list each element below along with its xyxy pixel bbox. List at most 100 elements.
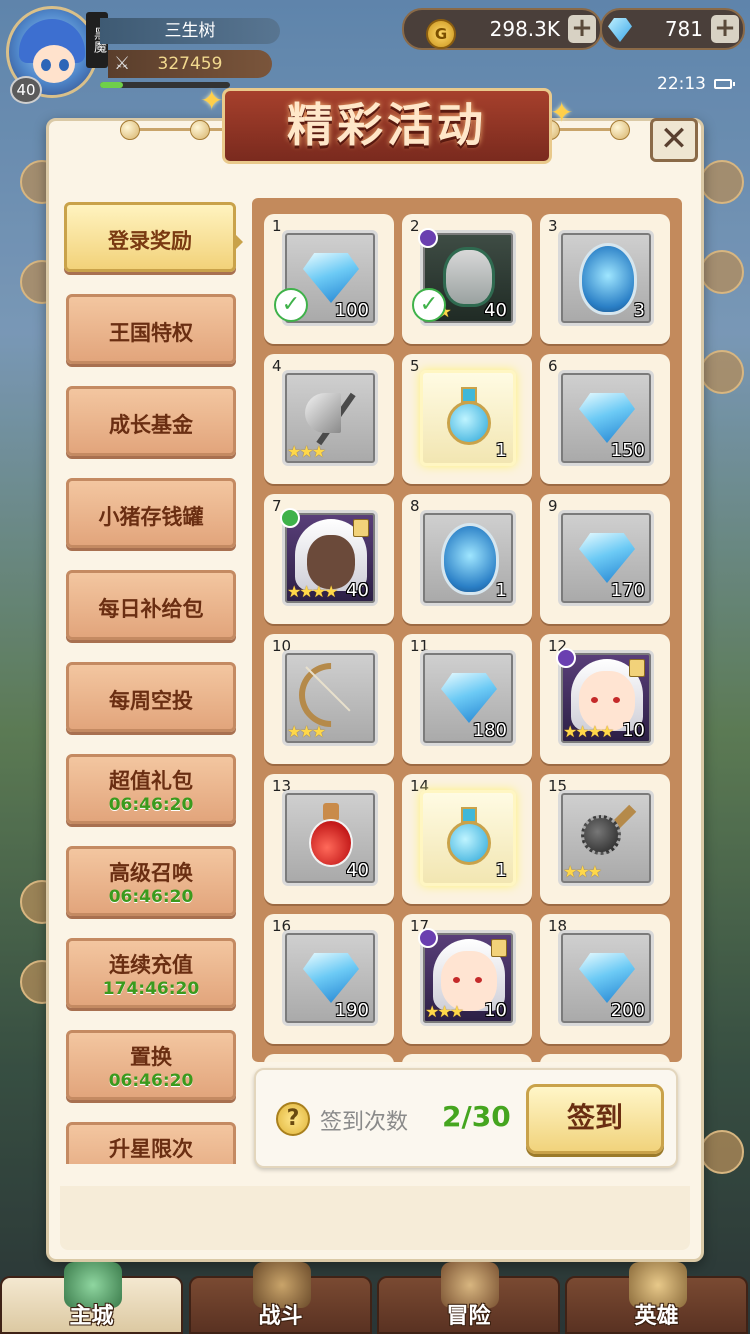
tab-activity[interactable]: 超值礼包 06:46:20 (66, 754, 236, 824)
reward-quantity: 3 (633, 300, 645, 321)
reward-quantity: 100 (334, 300, 369, 321)
tab-activity[interactable]: 小猪存钱罐 (66, 478, 236, 548)
rope-bead (610, 120, 630, 140)
reward-item[interactable]: 170 (558, 510, 654, 606)
tab-label: 成长基金 (109, 413, 193, 437)
star-rating: ★★★ (425, 1002, 464, 1021)
reward-quantity: 200 (610, 1000, 645, 1021)
help-icon[interactable]: ? (276, 1102, 310, 1136)
reward-cell[interactable]: 16 190 (264, 914, 394, 1044)
reward-day-number: 5 (410, 357, 420, 375)
reward-day-number: 9 (548, 497, 558, 515)
hero-class-icon (280, 508, 300, 528)
tab-activity[interactable]: 登录奖励 (64, 202, 236, 272)
reward-quantity: 150 (610, 440, 645, 461)
reward-item[interactable]: 190 (282, 930, 378, 1026)
reward-cell[interactable]: 13 40 (264, 774, 394, 904)
reward-cell[interactable]: 6 150 (540, 354, 670, 484)
reward-cell[interactable]: 4 ★★★ (264, 354, 394, 484)
signin-bar: ? 签到次数 2/30 签到 (254, 1068, 678, 1168)
claimed-check-icon: ✓ (274, 288, 308, 322)
tab-activity[interactable]: 升星限次 06:46:20 (66, 1122, 236, 1164)
reward-item[interactable]: 3 (558, 230, 654, 326)
reward-quantity: 40 (484, 300, 507, 321)
reward-quantity: 40 (346, 580, 369, 601)
tab-label: 每日补给包 (98, 597, 204, 621)
star-rating: ★★★ (563, 862, 602, 881)
reward-cell[interactable]: 10 ★★★ (264, 634, 394, 764)
gold-amount: 298.3K (489, 17, 560, 41)
reward-item[interactable]: 1 (420, 790, 516, 886)
tab-activity[interactable]: 每周空投 (66, 662, 236, 732)
diamond-icon (579, 393, 635, 443)
tab-activity[interactable]: 成长基金 (66, 386, 236, 456)
reward-cell[interactable]: 81 (402, 494, 532, 624)
diamond-icon (608, 18, 632, 42)
gem-resource-bar: 781 + (600, 8, 745, 50)
tab-activity[interactable]: 高级召唤 06:46:20 (66, 846, 236, 916)
tab-label: 连续充值 (109, 953, 193, 977)
reward-item[interactable]: 200 (558, 930, 654, 1026)
clock-time: 22:13 (657, 74, 706, 94)
reward-cell[interactable]: 11 180 (402, 634, 532, 764)
nav-tab-label: 冒险 (446, 1304, 491, 1329)
active-tab-pointer (233, 232, 243, 252)
reward-cell[interactable]: 33 (540, 214, 670, 344)
tab-list[interactable]: 登录奖励王国特权成长基金小猪存钱罐每日补给包每周空投超值礼包 06:46:20 高级… (60, 196, 245, 1164)
close-button[interactable]: ✕ (650, 118, 698, 162)
gem-amount: 781 (664, 17, 703, 41)
tab-label: 升星限次 (109, 1137, 193, 1161)
reward-cell[interactable]: 51 (402, 354, 532, 484)
reward-item[interactable]: 1 (420, 370, 516, 466)
nav-tab-battle[interactable]: 战斗 (189, 1262, 372, 1334)
reward-quantity: 40 (346, 860, 369, 881)
axe-blade (305, 393, 341, 433)
tab-countdown-timer: 06:46:20 (108, 1071, 194, 1091)
gold-resource-bar: G 298.3K + (402, 8, 602, 50)
reward-item[interactable]: ★★★ (558, 790, 654, 886)
reward-grid[interactable]: 1100✓2★★40✓334★★★5161507★★★★4081917010★★… (252, 198, 682, 1062)
diamond-icon (303, 953, 359, 1003)
nav-tab-adventure[interactable]: 冒险 (377, 1262, 560, 1334)
tab-label: 王国特权 (109, 321, 193, 345)
add-gold-button[interactable]: + (568, 15, 596, 43)
signin-button[interactable]: 签到 (526, 1084, 664, 1154)
hero-eye (591, 697, 598, 703)
hero-class-icon (556, 648, 576, 668)
tab-activity[interactable]: 连续充值 174:46:20 (66, 938, 236, 1008)
reward-item[interactable]: 180 (420, 650, 516, 746)
tab-countdown-timer: 06:46:20 (108, 887, 194, 907)
star-decoration-icon: ✦ (200, 84, 224, 117)
right-side-icon-2[interactable] (700, 250, 744, 294)
hero-egg-icon (579, 243, 637, 315)
reward-cell[interactable]: 14 1 (402, 774, 532, 904)
reward-cell[interactable]: 2★★40✓ (402, 214, 532, 344)
reward-item[interactable]: ★★★ (282, 370, 378, 466)
tab-countdown-timer: 06:46:20 (69, 1163, 233, 1164)
tab-countdown-timer: 06:46:20 (108, 795, 194, 815)
tab-activity[interactable]: 置换 06:46:20 (66, 1030, 236, 1100)
tab-label: 每周空投 (109, 689, 193, 713)
add-gem-button[interactable]: + (711, 15, 739, 43)
reward-item[interactable]: 1 (420, 510, 516, 606)
nav-tab-heroes[interactable]: 英雄 (565, 1262, 748, 1334)
blue-potion-icon (445, 807, 493, 871)
tab-activity[interactable]: 每日补给包 (66, 570, 236, 640)
reward-cell[interactable]: 12 ★★★★ 10 (540, 634, 670, 764)
reward-item[interactable]: 150 (558, 370, 654, 466)
right-side-icon-3[interactable] (700, 350, 744, 394)
reward-item[interactable]: ★★★ (282, 650, 378, 746)
reward-cell[interactable]: 18 200 (540, 914, 670, 1044)
tab-activity[interactable]: 王国特权 (66, 294, 236, 364)
reward-cell[interactable]: 7 ★★★★ 40 (264, 494, 394, 624)
reward-day-number: 1 (272, 217, 282, 235)
nav-tab-label: 主城 (69, 1304, 114, 1329)
reward-cell[interactable]: 15 ★★★ (540, 774, 670, 904)
reward-item[interactable]: 40 (282, 790, 378, 886)
reward-cell[interactable]: 17 ★★★ 10 (402, 914, 532, 1044)
reward-cell[interactable]: 1 100 ✓ (264, 214, 394, 344)
right-side-arrow-button[interactable] (700, 1130, 744, 1174)
reward-cell[interactable]: 9 170 (540, 494, 670, 624)
right-side-icon-1[interactable] (700, 160, 744, 204)
nav-tab-main-city[interactable]: 主城 (0, 1262, 183, 1334)
